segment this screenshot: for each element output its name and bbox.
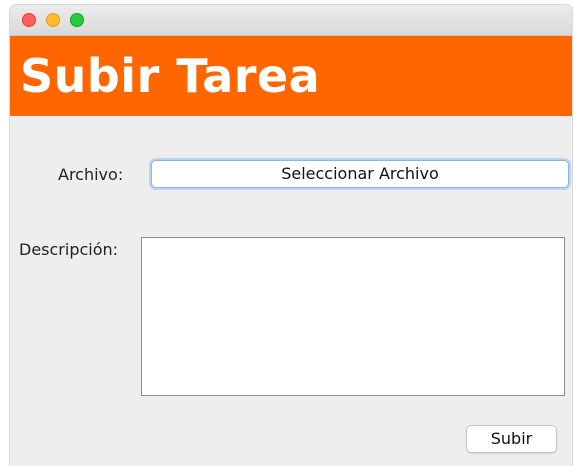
- descripcion-label: Descripción:: [19, 240, 119, 259]
- maximize-window-button[interactable]: [70, 13, 84, 27]
- header-banner: Subir Tarea: [10, 36, 572, 116]
- close-window-button[interactable]: [22, 13, 36, 27]
- descripcion-textarea[interactable]: [141, 237, 565, 396]
- submit-button[interactable]: Subir: [466, 425, 557, 453]
- page-title: Subir Tarea: [20, 49, 321, 103]
- select-file-button[interactable]: Seleccionar Archivo: [151, 160, 569, 188]
- app-window: Subir Tarea Archivo: Seleccionar Archivo…: [10, 5, 572, 466]
- archivo-label: Archivo:: [58, 165, 124, 184]
- minimize-window-button[interactable]: [46, 13, 60, 27]
- title-bar: [10, 5, 572, 36]
